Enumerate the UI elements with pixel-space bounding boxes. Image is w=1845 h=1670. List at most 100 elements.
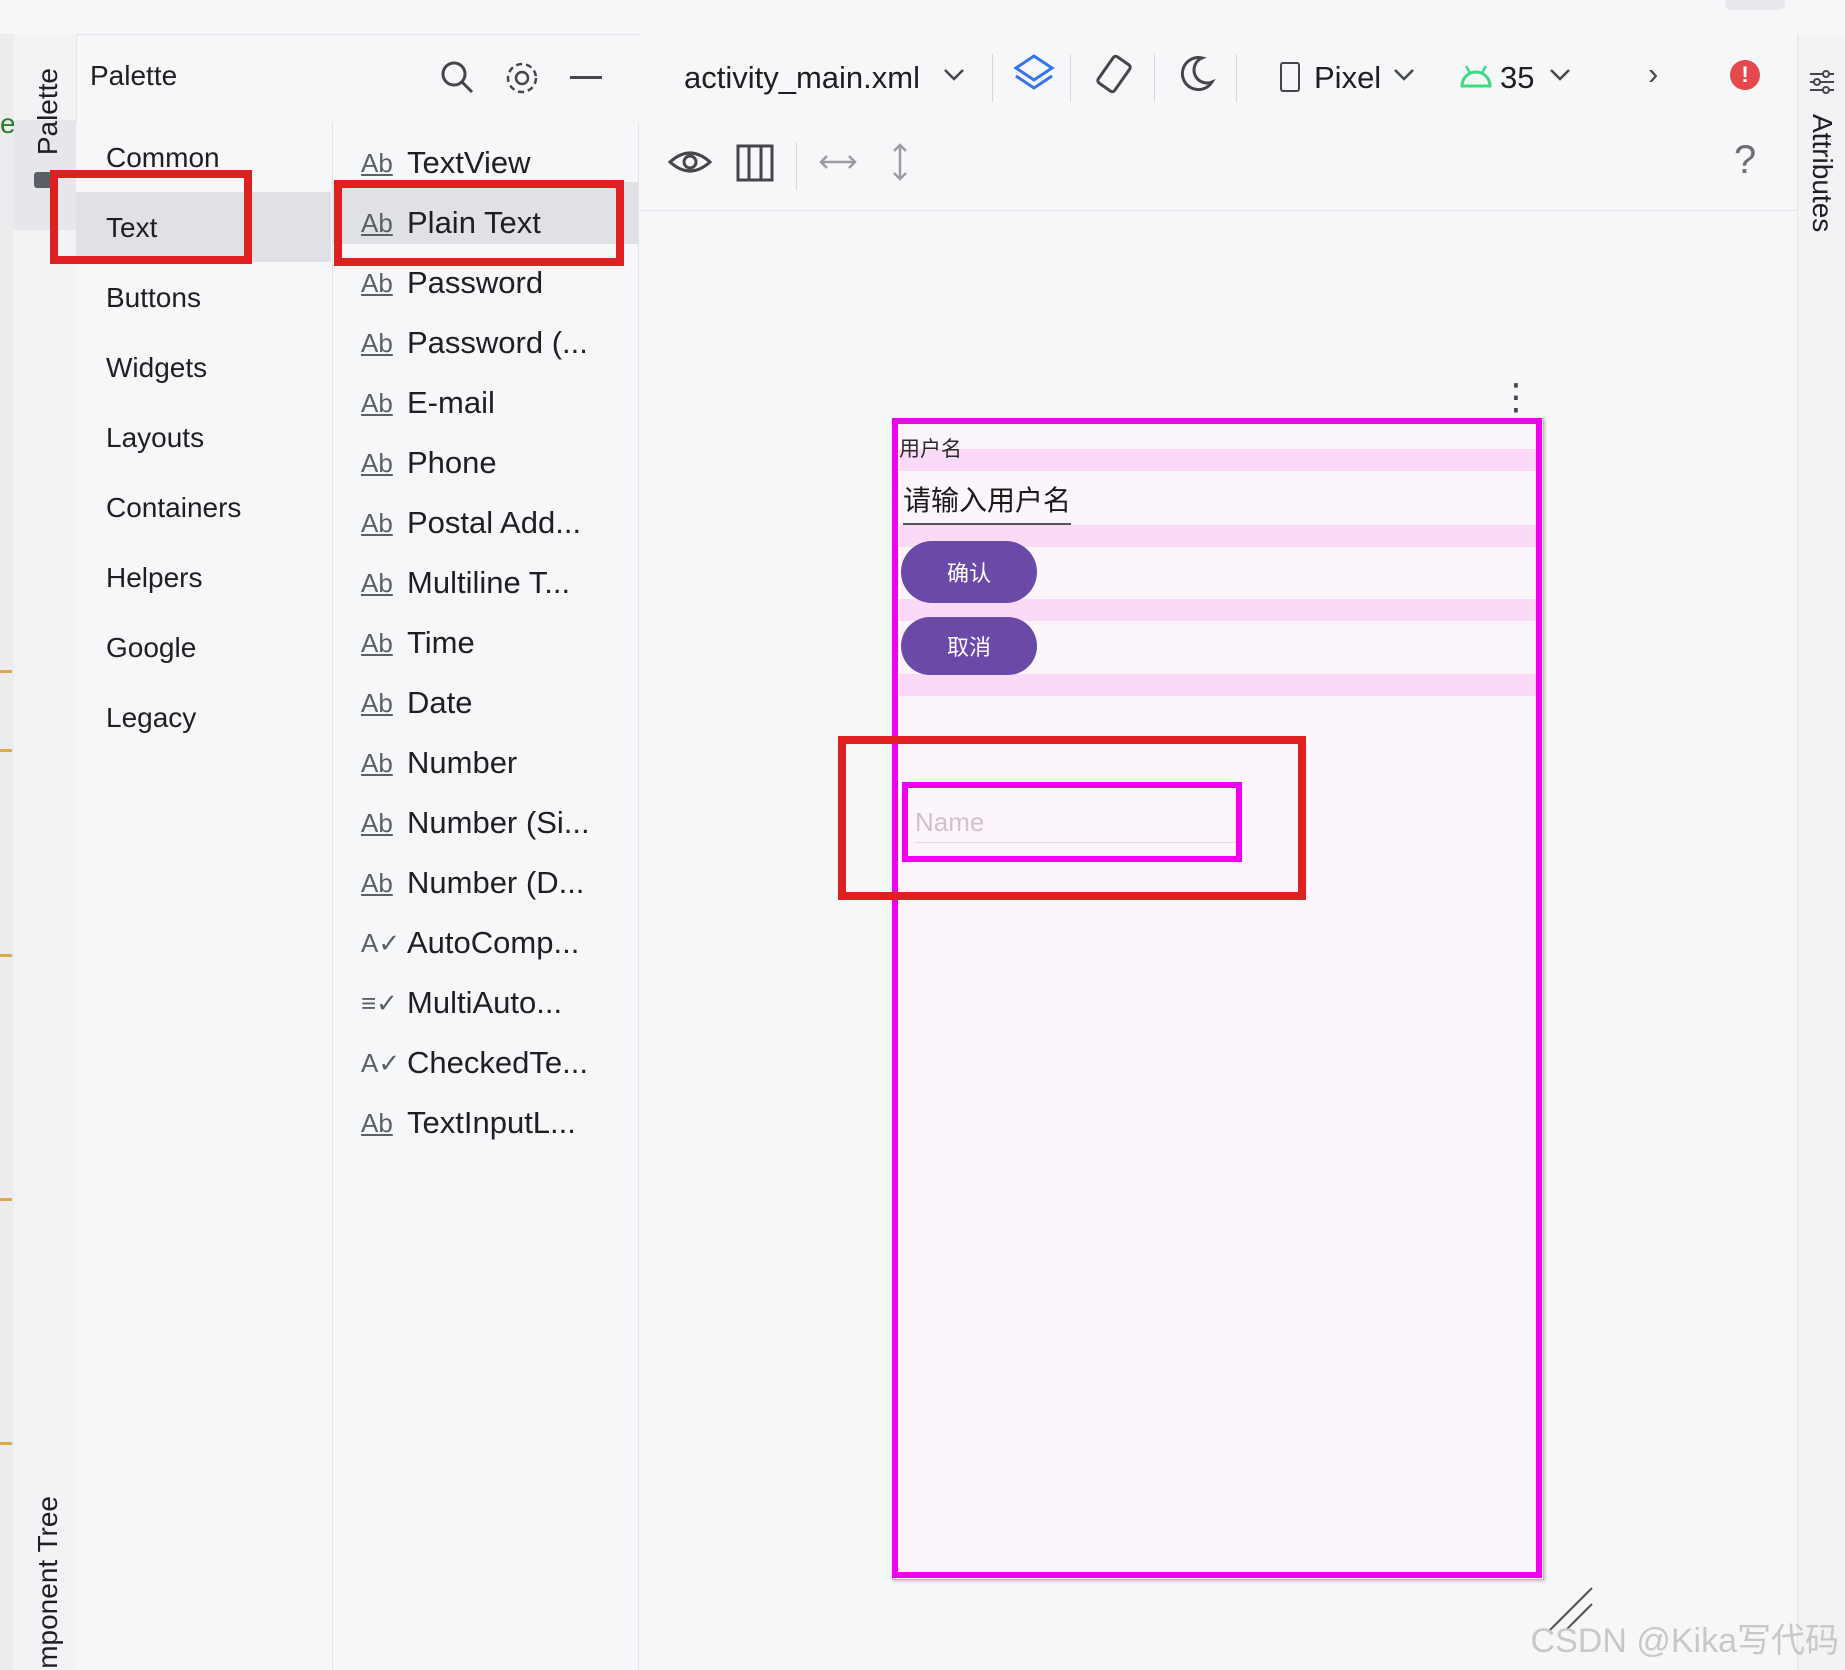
- palette-item-password-numeric[interactable]: Ab Password (...: [361, 318, 588, 368]
- gutter-marker: [0, 1442, 12, 1445]
- horizontal-resize-icon[interactable]: [818, 150, 858, 179]
- palette-item-label: Time: [407, 625, 475, 660]
- attributes-icon[interactable]: [1808, 68, 1836, 101]
- gutter-marker: [0, 954, 12, 957]
- category-google[interactable]: Google: [106, 632, 196, 664]
- gutter-marker: [0, 670, 12, 673]
- palette-item-label: Multiline T...: [407, 565, 571, 600]
- palette-item-label: E-mail: [407, 385, 495, 420]
- toolbar-separator: [1070, 54, 1071, 102]
- file-selector[interactable]: activity_main.xml: [684, 60, 920, 96]
- text-widget-icon: Ab: [361, 807, 393, 838]
- component-tree-rail-tab[interactable]: mponent Tree: [32, 1496, 64, 1669]
- category-layouts[interactable]: Layouts: [106, 422, 204, 454]
- orientation-icon[interactable]: [1092, 52, 1136, 101]
- palette-item-number-decimal[interactable]: Ab Number (D...: [361, 858, 584, 908]
- palette-item-autocomplete[interactable]: A✓ AutoComp...: [361, 918, 579, 968]
- palette-item-postal-address[interactable]: Ab Postal Add...: [361, 498, 581, 548]
- design-toolbar: activity_main.xml Pixel 35 › !: [640, 34, 1797, 123]
- window-top-strip: [0, 0, 1845, 35]
- text-widget-icon: Ab: [361, 507, 393, 538]
- text-widget-icon: Ab: [361, 1107, 393, 1138]
- chevron-down-icon[interactable]: [1392, 62, 1416, 91]
- category-widgets[interactable]: Widgets: [106, 352, 207, 384]
- help-icon[interactable]: ?: [1734, 138, 1756, 183]
- right-tool-rail: Attributes: [1797, 34, 1845, 1670]
- palette-item-email[interactable]: Ab E-mail: [361, 378, 495, 428]
- watermark: CSDN @Kika写代码: [1530, 1622, 1839, 1660]
- tab-indicator: [1725, 0, 1785, 10]
- palette-item-number-signed[interactable]: Ab Number (Si...: [361, 798, 590, 848]
- palette-item-label: CheckedTe...: [407, 1045, 588, 1080]
- palette-item-label: TextView: [407, 145, 531, 180]
- text-widget-icon: Ab: [361, 327, 393, 358]
- palette-item-label: Postal Add...: [407, 505, 582, 540]
- palette-item-label: MultiAuto...: [407, 985, 563, 1020]
- category-legacy[interactable]: Legacy: [106, 702, 196, 734]
- view-toolbar: ?: [640, 122, 1797, 211]
- palette-item-label: Number (D...: [407, 865, 585, 900]
- gutter-marker: [0, 749, 12, 752]
- palette-widget-list: Ab TextView Ab Plain Text Ab Password Ab Pas…: [333, 122, 639, 1670]
- text-widget-icon: Ab: [361, 747, 393, 778]
- palette-item-date[interactable]: Ab Date: [361, 678, 472, 728]
- chevron-down-icon[interactable]: [1548, 62, 1572, 91]
- palette-item-label: Phone: [407, 445, 497, 480]
- palette-item-multiautocomplete[interactable]: ≡✓ MultiAuto...: [361, 978, 562, 1028]
- highlight-plain-text-item: [334, 180, 624, 266]
- chevron-down-icon[interactable]: [942, 62, 966, 91]
- highlight-text-category: [50, 170, 252, 264]
- palette-item-phone[interactable]: Ab Phone: [361, 438, 497, 488]
- android-icon: [1460, 64, 1492, 93]
- blueprint-icon[interactable]: [736, 144, 774, 187]
- text-widget-icon: Ab: [361, 867, 393, 898]
- error-icon[interactable]: !: [1730, 60, 1760, 90]
- text-widget-icon: Ab: [361, 387, 393, 418]
- eye-icon[interactable]: [667, 144, 713, 185]
- checked-text-icon: A✓: [361, 1047, 401, 1078]
- layout-selection-outline: [892, 418, 1542, 1578]
- category-buttons[interactable]: Buttons: [106, 282, 201, 314]
- palette-item-checkedtextview[interactable]: A✓ CheckedTe...: [361, 1038, 588, 1088]
- text-widget-icon: Ab: [361, 567, 393, 598]
- autocomplete-icon: A✓: [361, 927, 401, 958]
- toolbar-separator: [992, 54, 993, 102]
- palette-item-label: Password (...: [407, 325, 588, 360]
- category-containers[interactable]: Containers: [106, 492, 241, 524]
- overflow-menu-icon[interactable]: ⋮: [1498, 376, 1534, 418]
- text-widget-icon: Ab: [361, 147, 393, 178]
- palette-item-label: Date: [407, 685, 473, 720]
- toolbar-separator: [796, 142, 797, 190]
- gutter-marker: [0, 1198, 12, 1201]
- palette-item-multiline-text[interactable]: Ab Multiline T...: [361, 558, 570, 608]
- left-edge-gutter: e: [0, 34, 16, 1670]
- gear-icon[interactable]: [504, 60, 540, 101]
- palette-rail-tab[interactable]: Palette: [32, 68, 64, 155]
- text-widget-icon: Ab: [361, 447, 393, 478]
- palette-title: Palette: [90, 60, 178, 91]
- palette-item-textinputlayout[interactable]: Ab TextInputL...: [361, 1098, 576, 1148]
- toolbar-separator: [1154, 54, 1155, 102]
- design-surface-icon[interactable]: [1012, 52, 1056, 101]
- api-level-selector[interactable]: 35: [1500, 60, 1534, 96]
- device-selector[interactable]: Pixel: [1314, 60, 1381, 96]
- attributes-rail-tab[interactable]: Attributes: [1806, 114, 1838, 232]
- text-widget-icon: Ab: [361, 267, 393, 298]
- palette-item-label: AutoComp...: [407, 925, 580, 960]
- vertical-resize-icon[interactable]: [888, 142, 912, 187]
- palette-item-number[interactable]: Ab Number: [361, 738, 517, 788]
- night-mode-icon[interactable]: [1174, 52, 1218, 101]
- text-widget-icon: Ab: [361, 627, 393, 658]
- minimize-icon[interactable]: [570, 76, 602, 79]
- category-helpers[interactable]: Helpers: [106, 562, 202, 594]
- palette-item-label: TextInputL...: [407, 1105, 576, 1140]
- palette-item-label: Number: [407, 745, 518, 780]
- more-actions-chevron[interactable]: ›: [1648, 56, 1658, 92]
- device-icon: [1280, 62, 1300, 92]
- palette-item-time[interactable]: Ab Time: [361, 618, 475, 668]
- text-widget-icon: Ab: [361, 687, 393, 718]
- palette-item-label: Number (Si...: [407, 805, 590, 840]
- new-field-selection-outline: [902, 782, 1242, 862]
- search-icon[interactable]: [440, 60, 474, 99]
- palette-item-label: Password: [407, 265, 544, 300]
